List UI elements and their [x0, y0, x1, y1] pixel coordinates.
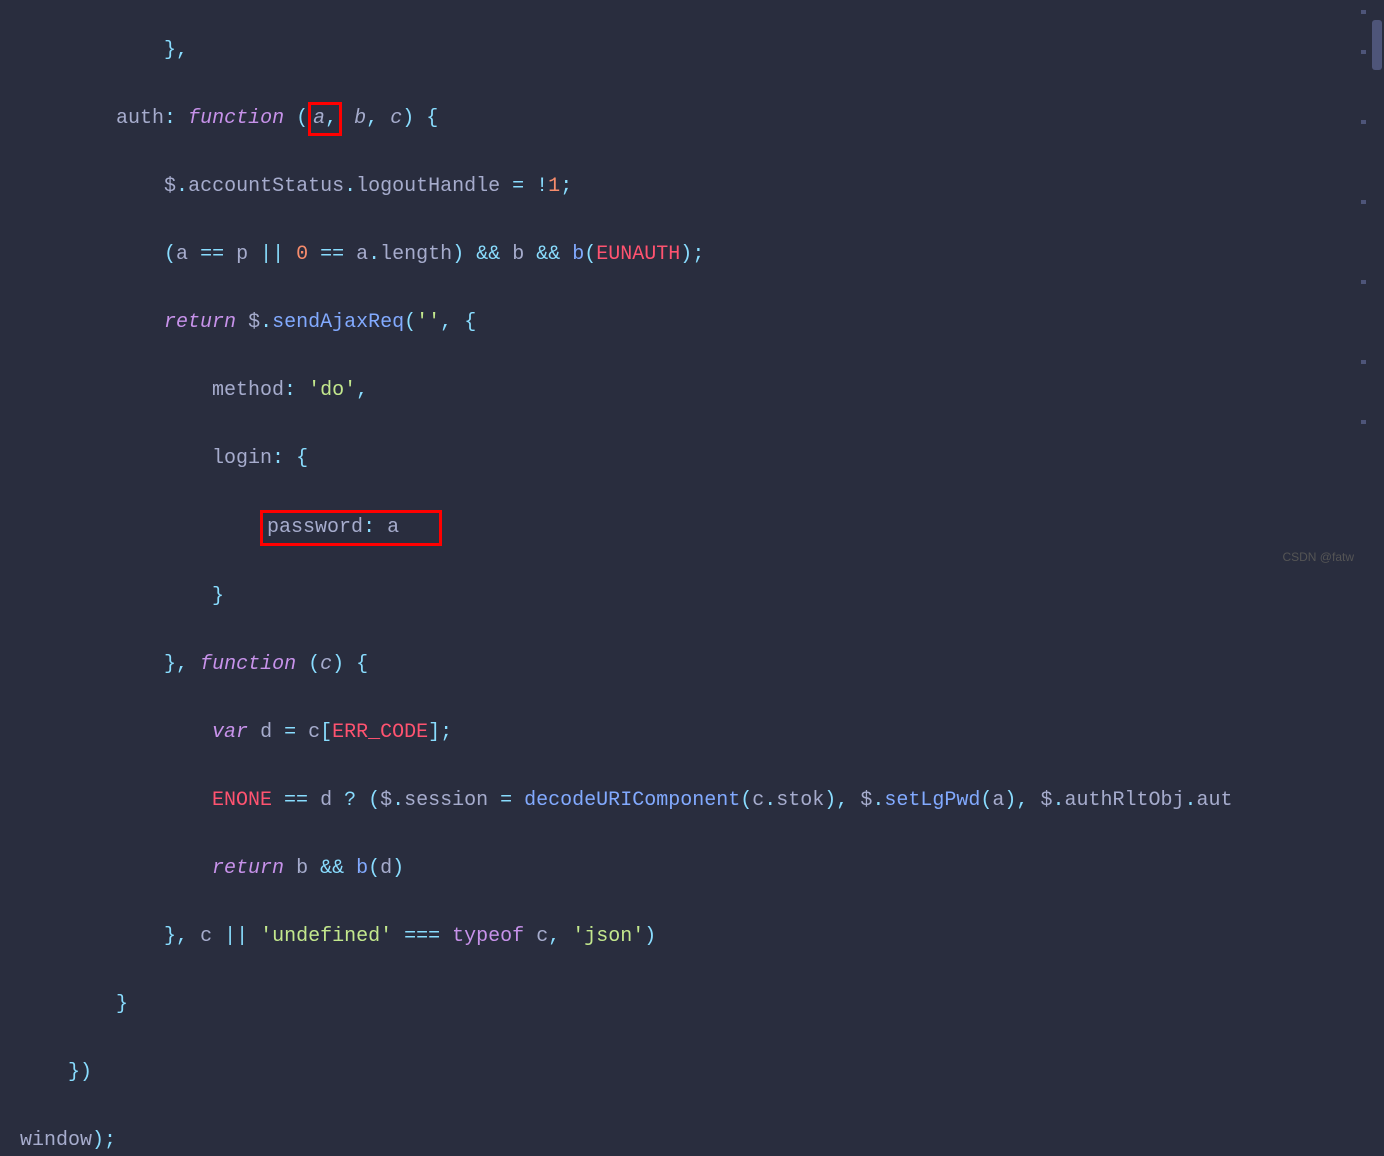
watermark: CSDN @fatw [1282, 540, 1354, 574]
code-line: auth: function (a, b, c) { [20, 102, 1364, 136]
code-line: method: 'do', [20, 374, 1364, 408]
code-line: return b && b(d) [20, 852, 1364, 886]
code-line: } [20, 580, 1364, 614]
scrollbar[interactable] [1370, 0, 1384, 578]
code-line: (a == p || 0 == a.length) && b && b(EUNA… [20, 238, 1364, 272]
code-line: var d = c[ERR_CODE]; [20, 716, 1364, 750]
code-line: return $.sendAjaxReq('', { [20, 306, 1364, 340]
scrollbar-thumb[interactable] [1372, 20, 1382, 70]
code-line: login: { [20, 442, 1364, 476]
code-line: window); [20, 1124, 1364, 1156]
code-line: $.accountStatus.logoutHandle = !1; [20, 170, 1364, 204]
minimap[interactable] [1361, 0, 1366, 578]
code-line: ENONE == d ? ($.session = decodeURICompo… [20, 784, 1364, 818]
code-editor[interactable]: }, auth: function (a, b, c) { $.accountS… [0, 0, 1384, 1156]
code-line: }) [20, 1056, 1364, 1090]
code-line: }, function (c) { [20, 648, 1364, 682]
code-line: }, c || 'undefined' === typeof c, 'json'… [20, 920, 1364, 954]
code-line: } [20, 988, 1364, 1022]
code-line: password: a [20, 510, 1364, 546]
code-line: }, [20, 34, 1364, 68]
